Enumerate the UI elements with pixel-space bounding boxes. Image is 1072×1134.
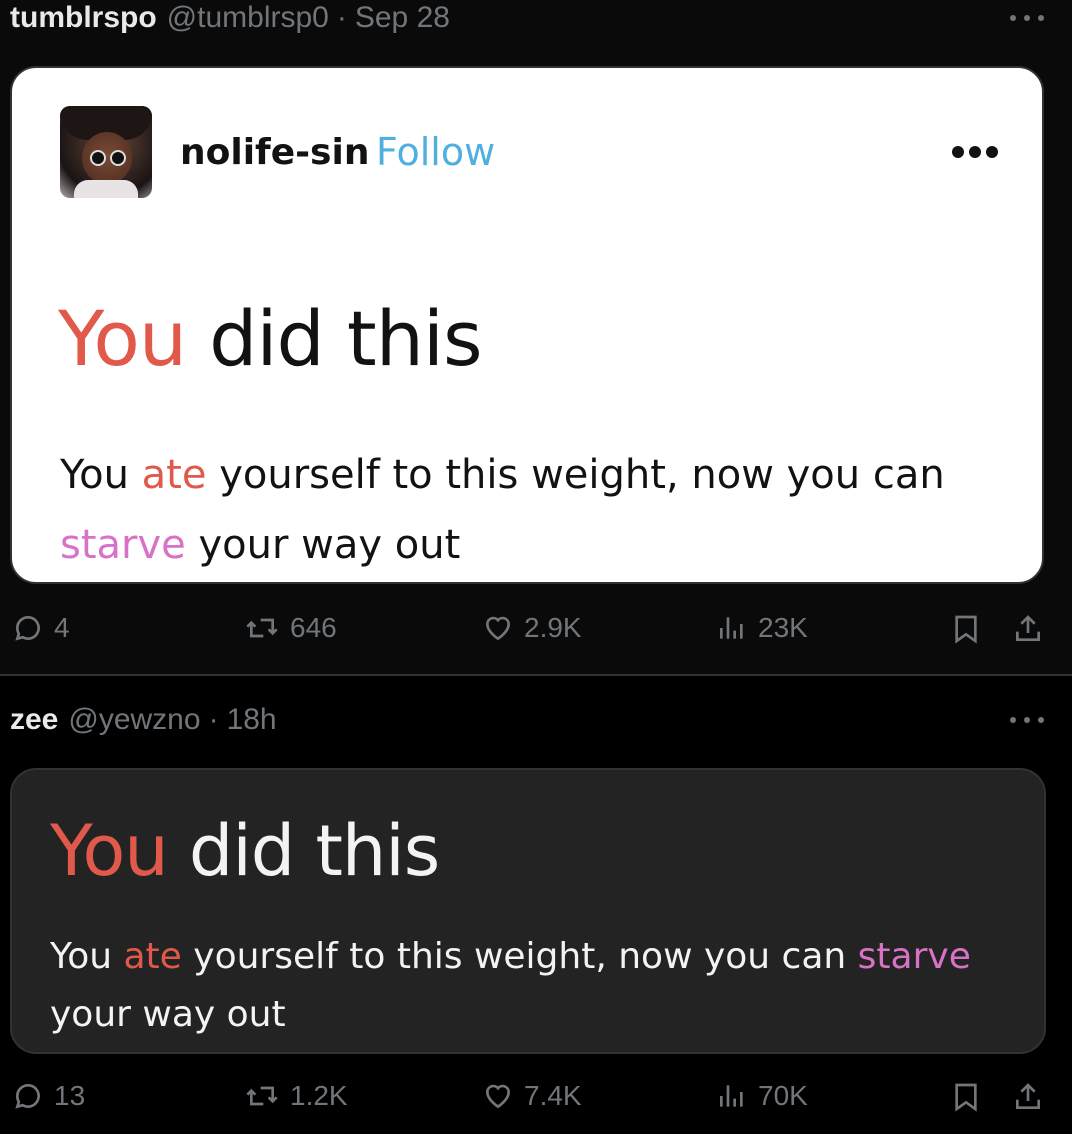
tweet-1[interactable]: tumblrspo @tumblrsp0 · Sep 28 nolife-sin… [0, 0, 1072, 676]
bookmark-button[interactable] [950, 612, 982, 646]
body-accent-starve: starve [60, 522, 186, 568]
like-count: 2.9K [524, 612, 582, 643]
separator: · [336, 1, 347, 34]
author-name[interactable]: tumblrspo [10, 1, 157, 35]
headline-text: did this [167, 810, 440, 892]
heart-icon [485, 616, 511, 641]
body-accent-ate: ate [123, 936, 182, 977]
blog-name[interactable]: nolife-sin [180, 132, 369, 173]
quote-image-card[interactable]: You did this You ate yourself to this we… [10, 768, 1046, 1054]
retweet-button[interactable]: 646 [244, 612, 337, 644]
bookmark-icon [955, 1083, 977, 1112]
views-button[interactable]: 23K [716, 612, 808, 644]
share-upload-icon [1016, 615, 1040, 641]
speech-bubble-icon [15, 615, 40, 641]
avatar[interactable] [60, 106, 152, 198]
tweet-header: tumblrspo @tumblrsp0 · Sep 28 [10, 0, 450, 36]
author-handle[interactable]: @yewzno [68, 703, 200, 737]
tweet-actions: 4 646 2.9K 23K [0, 612, 1072, 652]
body-accent-starve: starve [857, 936, 971, 977]
post-headline: You did this [58, 294, 483, 383]
retweet-count: 646 [290, 612, 337, 643]
retweet-count: 1.2K [290, 1080, 348, 1111]
body-text: You [60, 452, 142, 498]
views-count: 23K [758, 612, 808, 643]
like-button[interactable]: 2.9K [482, 612, 582, 644]
separator: · [208, 703, 219, 736]
timestamp[interactable]: 18h [227, 703, 277, 737]
tumblr-post-card[interactable]: nolife-sin Follow You did this You ate y… [10, 66, 1044, 584]
bar-chart-icon [720, 617, 743, 639]
retweet-arrows-icon [246, 618, 278, 638]
body-text: You [50, 936, 124, 977]
post-body: You ate yourself to this weight, now you… [60, 440, 1020, 580]
views-button[interactable]: 70K [716, 1080, 808, 1112]
bookmark-button[interactable] [950, 1080, 982, 1114]
share-button[interactable] [1012, 1080, 1044, 1114]
reply-count: 13 [54, 1080, 86, 1111]
body-accent-ate: ate [141, 452, 207, 498]
tweet-2[interactable]: zee @yewzno · 18h You did this You ate y… [0, 676, 1072, 1134]
bar-chart-icon [720, 1085, 743, 1107]
headline-text: did this [186, 294, 482, 383]
headline-accent: You [58, 294, 187, 383]
body-text: yourself to this weight, now you can [181, 936, 858, 977]
author-handle[interactable]: @tumblrsp0 [167, 1, 329, 35]
share-button[interactable] [1012, 612, 1044, 646]
retweet-button[interactable]: 1.2K [244, 1080, 348, 1112]
like-count: 7.4K [524, 1080, 582, 1111]
tweet-header: zee @yewzno · 18h [10, 702, 277, 738]
author-name[interactable]: zee [10, 703, 58, 737]
speech-bubble-icon [15, 1083, 40, 1109]
heart-icon [485, 1084, 511, 1109]
more-options-icon[interactable] [1010, 12, 1044, 24]
post-more-icon[interactable] [952, 146, 998, 158]
retweet-arrows-icon [246, 1086, 278, 1106]
tweet-actions: 13 1.2K 7.4K 70K [0, 1080, 1072, 1120]
like-button[interactable]: 7.4K [482, 1080, 582, 1112]
follow-button[interactable]: Follow [376, 130, 495, 174]
more-options-icon[interactable] [1010, 714, 1044, 726]
bookmark-icon [955, 615, 977, 644]
post-headline: You did this [50, 810, 440, 892]
timestamp[interactable]: Sep 28 [355, 1, 450, 35]
reply-button[interactable]: 13 [12, 1080, 85, 1112]
body-text: yourself to this weight, now you can [206, 452, 945, 498]
body-text: your way out [50, 994, 286, 1035]
body-text: your way out [185, 522, 461, 568]
post-body: You ate yourself to this weight, now you… [50, 928, 1010, 1044]
reply-button[interactable]: 4 [12, 612, 70, 644]
headline-accent: You [50, 810, 169, 892]
reply-count: 4 [54, 612, 70, 643]
share-upload-icon [1016, 1083, 1040, 1109]
views-count: 70K [758, 1080, 808, 1111]
